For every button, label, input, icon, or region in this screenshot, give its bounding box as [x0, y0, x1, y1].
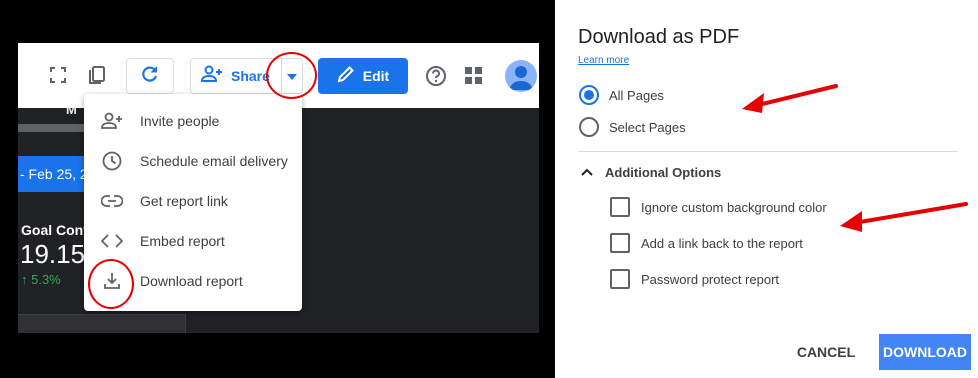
annotation-arrow-all-pages [742, 84, 838, 113]
menu-item-label: Invite people [140, 113, 220, 129]
fullscreen-icon[interactable] [48, 65, 68, 85]
menu-item-label: Embed report [140, 233, 225, 249]
checkbox-row-link-back[interactable]: Add a link back to the report [610, 233, 803, 253]
person-add-icon [100, 109, 124, 133]
annotation-arrow-checkboxes [840, 202, 968, 232]
annotation-circle-download [88, 259, 134, 309]
person-add-icon [200, 65, 223, 88]
radio-all-pages[interactable]: All Pages [579, 85, 664, 105]
annotation-circle-share-dropdown [266, 52, 317, 99]
radio-label: Select Pages [609, 119, 686, 135]
kpi-value: 19.15 [20, 239, 86, 269]
clock-icon [100, 149, 124, 173]
additional-options-label: Additional Options [605, 164, 722, 180]
radio-select-pages[interactable]: Select Pages [579, 117, 686, 137]
edit-button[interactable]: Edit [318, 58, 408, 94]
share-label: Share [231, 68, 270, 84]
checkbox-label: Ignore custom background color [641, 199, 827, 215]
kpi-delta: ↑ 5.3% [21, 272, 61, 287]
apps-grid-icon[interactable] [465, 67, 482, 84]
checkbox[interactable] [610, 233, 630, 253]
checkbox-row-password-protect[interactable]: Password protect report [610, 269, 779, 289]
pencil-icon [337, 65, 355, 88]
avatar[interactable] [505, 60, 537, 92]
menu-item-label: Schedule email delivery [140, 153, 288, 169]
menu-item-label: Download report [140, 273, 243, 289]
menu-item-schedule-email[interactable]: Schedule email delivery [84, 141, 302, 181]
radio-label: All Pages [609, 87, 664, 103]
checkbox-row-ignore-background[interactable]: Ignore custom background color [610, 197, 827, 217]
radio-button-checked[interactable] [579, 85, 599, 105]
menu-item-embed-report[interactable]: Embed report [84, 221, 302, 261]
date-range-control[interactable]: - Feb 25, 20 [18, 156, 84, 192]
help-icon[interactable] [425, 65, 447, 87]
checkbox-label: Password protect report [641, 271, 780, 287]
download-button[interactable]: DOWNLOAD [879, 334, 971, 370]
chart-panel [18, 314, 186, 333]
refresh-icon [140, 64, 160, 89]
learn-more-link[interactable]: Learn more [578, 55, 629, 66]
code-icon [100, 229, 124, 253]
cancel-button[interactable]: CANCEL [788, 334, 864, 370]
chevron-up-icon [581, 163, 593, 181]
additional-options-toggle[interactable]: Additional Options [581, 163, 721, 181]
menu-item-label: Get report link [140, 193, 228, 209]
refresh-button[interactable] [126, 58, 174, 94]
link-icon [100, 189, 124, 213]
copy-icon[interactable] [86, 64, 108, 86]
edit-label: Edit [362, 68, 390, 84]
report-heading-fragment: M [66, 108, 77, 117]
checkbox[interactable] [610, 269, 630, 289]
checkbox[interactable] [610, 197, 630, 217]
kpi-label: Goal Conv [21, 222, 92, 238]
menu-item-invite-people[interactable]: Invite people [84, 101, 302, 141]
dialog-title: Download as PDF [578, 26, 740, 48]
divider [578, 151, 958, 152]
menu-item-get-report-link[interactable]: Get report link [84, 181, 302, 221]
checkbox-label: Add a link back to the report [641, 235, 803, 251]
report-screenshot: Share Edit M - Feb 25, 20 Goal [0, 0, 555, 378]
radio-button[interactable] [579, 117, 599, 137]
download-pdf-dialog: Download as PDF Learn more All Pages Sel… [555, 0, 978, 378]
